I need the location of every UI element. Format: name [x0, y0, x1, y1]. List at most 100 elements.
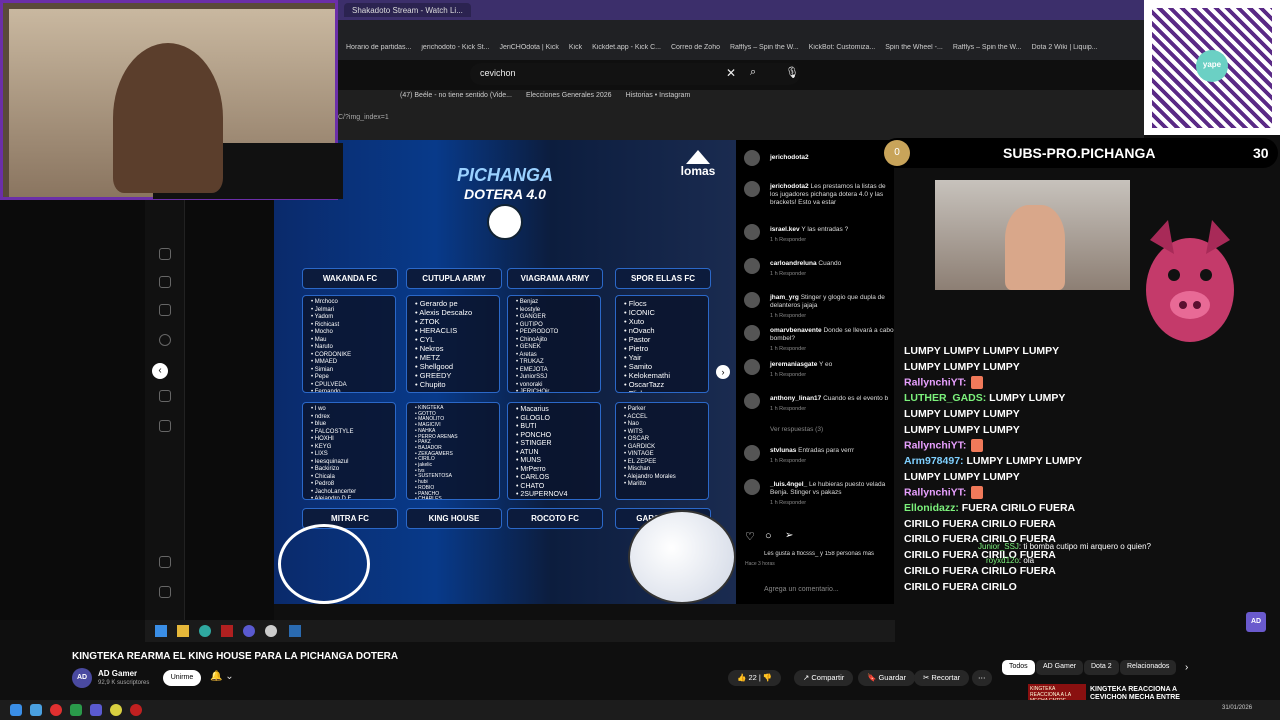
- bookmark-item[interactable]: KickBot: Customiza...: [809, 44, 876, 58]
- channel-name[interactable]: AD Gamer: [98, 669, 137, 678]
- player-name: • Mrchoco: [311, 299, 338, 305]
- inner-taskbar: [145, 620, 895, 642]
- bookmark-item[interactable]: jerichodoto - Kick St...: [421, 44, 489, 58]
- discord-icon[interactable]: [243, 625, 255, 637]
- previous-arrow-icon[interactable]: ‹: [152, 363, 168, 379]
- home-icon[interactable]: [159, 248, 171, 260]
- chevron-right-icon[interactable]: ›: [1185, 662, 1188, 673]
- avatar[interactable]: [744, 224, 760, 240]
- avatar[interactable]: [744, 445, 760, 461]
- player-name: • HERACLIS: [415, 326, 458, 335]
- avatar[interactable]: [744, 325, 760, 341]
- bookmark-item[interactable]: JeriCHOdota | Kick: [499, 44, 558, 58]
- windows-icon[interactable]: [155, 625, 167, 637]
- roster-king-house: • KINGTEKA • GOTTO • MANOLITO • MAGICIVI • N…: [406, 402, 500, 500]
- player-name: • Alejandro D.F.: [311, 496, 353, 500]
- player-name: • Jelmari: [311, 306, 335, 313]
- app-icon[interactable]: [289, 625, 301, 637]
- share-button[interactable]: ↗ Compartir: [794, 670, 854, 686]
- comment: jham_yrg Stinger y glogio que dupla de d…: [770, 294, 885, 319]
- team-cutupla: CUTUPLA ARMY: [406, 268, 502, 289]
- avatar[interactable]: [744, 258, 760, 274]
- more-icon[interactable]: [159, 586, 171, 598]
- chip-todos[interactable]: Todos: [1002, 660, 1035, 675]
- bookmark-item[interactable]: Dota 2 Wiki | Liquip...: [1032, 44, 1098, 58]
- tab-beele[interactable]: (47) Beéle - no tiene sentido (Vide...: [400, 92, 512, 106]
- clip-button[interactable]: ✂ Recortar: [914, 670, 970, 686]
- player-name: • MMAED: [311, 359, 338, 365]
- avatar[interactable]: [744, 393, 760, 409]
- post-author[interactable]: jerichodota2: [770, 154, 895, 162]
- excel-icon[interactable]: [70, 704, 82, 716]
- bookmark-item[interactable]: Rafflys – Spin the W...: [730, 44, 799, 58]
- team-rocoto: ROCOTO FC: [507, 508, 603, 529]
- heart-icon[interactable]: [159, 390, 171, 402]
- chip-relacionados[interactable]: Relacionados: [1120, 660, 1177, 675]
- player-name: • JERICHOjr: [516, 389, 550, 393]
- avatar[interactable]: [744, 292, 760, 308]
- comment-icon[interactable]: ○: [765, 530, 772, 542]
- menu-icon[interactable]: [159, 556, 171, 568]
- like-button[interactable]: 👍 22 | 👎: [728, 670, 782, 686]
- tab-shakadoto[interactable]: Shakadoto Stream - Watch Li...: [344, 3, 471, 17]
- more-options-icon[interactable]: ⋯: [972, 670, 992, 686]
- avatar[interactable]: [744, 181, 760, 197]
- player-name: • Pietro: [624, 344, 649, 353]
- chat-message: LUMPY LUMPY LUMPY: [904, 407, 1020, 420]
- microphone-icon[interactable]: 🎙: [785, 66, 799, 79]
- avatar[interactable]: [744, 150, 760, 166]
- send-icon[interactable]: ➢: [785, 530, 793, 541]
- tab-instagram[interactable]: Historias • Instagram: [626, 92, 691, 106]
- chrome-icon[interactable]: [265, 625, 277, 637]
- player-name: • ndrex: [311, 413, 330, 420]
- search-icon[interactable]: [159, 334, 171, 346]
- next-arrow-icon[interactable]: ›: [716, 365, 730, 379]
- bookmark-item[interactable]: Horario de partidas...: [346, 44, 411, 58]
- tab-elecciones[interactable]: Elecciones Generales 2026: [526, 92, 612, 106]
- messages-icon[interactable]: [159, 304, 171, 316]
- save-button[interactable]: 🔖 Guardar: [858, 670, 915, 686]
- discord-icon[interactable]: [90, 704, 102, 716]
- address-bar[interactable]: C/?img_index=1: [338, 114, 389, 121]
- player-name: • PONCHO: [516, 431, 552, 439]
- comment-input[interactable]: Agrega un comentario...: [764, 586, 839, 593]
- bookmark-item[interactable]: Spin the Wheel -...: [885, 44, 943, 58]
- left-dark-area: [0, 200, 274, 620]
- avatar[interactable]: [744, 359, 760, 375]
- join-button[interactable]: Unirme: [163, 670, 201, 686]
- bookmark-item[interactable]: Kick: [569, 44, 582, 58]
- player-name: • Parker: [624, 406, 646, 412]
- folder-icon[interactable]: [177, 625, 189, 637]
- bookmark-item[interactable]: Rafflys – Spin the W...: [953, 44, 1022, 58]
- like-icon[interactable]: ♡: [745, 530, 755, 543]
- clear-icon[interactable]: ✕: [726, 66, 736, 80]
- roster-mitra: • I wo • ndrex • blue • FALCOSTYLE • HOXHI • …: [302, 402, 396, 500]
- reels-icon[interactable]: [159, 276, 171, 288]
- bookmark-item[interactable]: Correo de Zoho: [671, 44, 720, 58]
- search-input[interactable]: cevichon ✕ ⌕ 🎙: [470, 63, 800, 85]
- recommended-thumbnail[interactable]: KINGTEKA REACCIONA A LA MECHA ENTRE MATT…: [1028, 684, 1086, 710]
- obs-icon[interactable]: [130, 704, 142, 716]
- bookmark-item[interactable]: Kickdet.app - Kick C...: [592, 44, 661, 58]
- bell-icon[interactable]: 🔔 ⌄: [210, 671, 234, 682]
- channel-avatar[interactable]: AD: [72, 668, 92, 688]
- chip-ad-gamer[interactable]: AD Gamer: [1036, 660, 1084, 675]
- player-name: • PEDRODOTO: [516, 329, 559, 335]
- app-icon[interactable]: [221, 625, 233, 637]
- edge-icon[interactable]: [199, 625, 211, 637]
- player-name: • MUNS: [516, 457, 542, 464]
- opera-icon[interactable]: [50, 704, 62, 716]
- chrome-icon[interactable]: [110, 704, 122, 716]
- search-icon[interactable]: ⌕: [750, 66, 756, 79]
- avatar[interactable]: [744, 479, 760, 495]
- player-name: • OscarTazz: [624, 380, 665, 389]
- player-name: • CHARLES: [415, 496, 442, 500]
- team-spor-ellas: SPOR ELLAS FC: [615, 268, 711, 289]
- player-name: • OSCAR: [624, 436, 650, 442]
- app-icon[interactable]: [30, 704, 42, 716]
- windows-icon[interactable]: [10, 704, 22, 716]
- chip-dota2[interactable]: Dota 2: [1084, 660, 1119, 675]
- create-icon[interactable]: [159, 420, 171, 432]
- view-replies-link[interactable]: Ver respuestas (3): [770, 426, 895, 434]
- player-name: • Pastor: [624, 335, 651, 344]
